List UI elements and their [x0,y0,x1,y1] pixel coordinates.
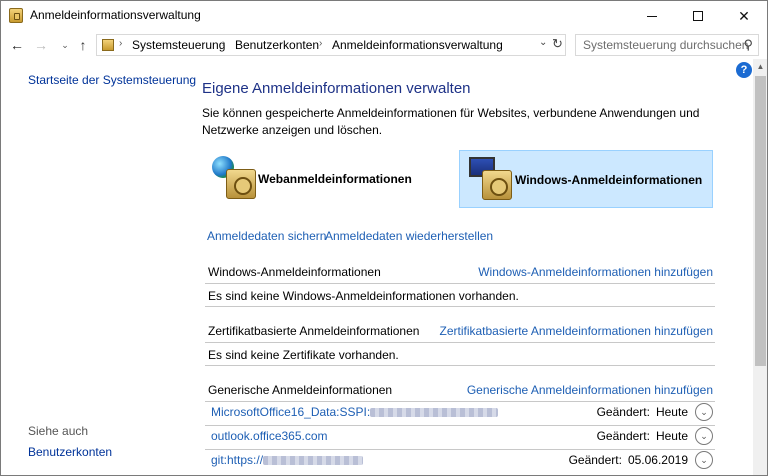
divider [205,365,715,366]
maximize-button[interactable] [675,1,721,31]
address-dropdown-icon[interactable]: ⌄ [539,37,547,48]
expand-chevron-icon[interactable]: ⌄ [695,451,713,469]
divider [205,283,715,284]
scroll-up-arrow-icon[interactable]: ▲ [753,59,767,74]
modified-label: Geändert: [596,429,650,443]
modified-label: Geändert: [596,405,650,419]
close-button[interactable]: ✕ [721,1,767,31]
divider [205,342,715,343]
windows-credentials-heading: Windows-Anmeldeinformationen [208,265,381,279]
credential-manager-window: Anmeldeinformationsverwaltung ✕ ← → ⌄ ↑ … [0,0,768,476]
divider [205,306,715,307]
credential-name[interactable]: outlook.office365.com [211,429,328,443]
windows-credentials-tile[interactable]: Windows-Anmeldeinformationen [459,150,713,208]
vault-icon [482,170,512,200]
breadcrumb-separator-icon[interactable]: › [319,38,322,49]
credential-modified: Geändert: 05.06.2019 [569,453,688,467]
redacted-text [370,408,499,418]
minimize-icon [647,15,657,17]
credential-name-text: git:https:// [211,453,264,467]
windows-credentials-empty: Es sind keine Windows-Anmeldeinformation… [208,289,519,303]
certificate-credentials-heading: Zertifikatbasierte Anmeldeinformationen [208,324,420,338]
expand-chevron-icon[interactable]: ⌄ [695,427,713,445]
search-placeholder: Systemsteuerung durchsuchen [583,38,749,52]
generic-credentials-heading: Generische Anmeldeinformationen [208,383,393,397]
search-icon[interactable]: ⚲ [743,37,753,53]
add-certificate-credential-link[interactable]: Zertifikatbasierte Anmeldeinformationen … [440,324,714,338]
modified-date: 05.06.2019 [627,453,688,467]
breadcrumb-systemsteuerung[interactable]: Systemsteuerung [132,38,225,52]
title-bar: Anmeldeinformationsverwaltung ✕ [1,1,767,31]
left-pane [1,59,191,475]
page-description: Sie können gespeicherte Anmeldeinformati… [202,106,700,137]
back-arrow-icon[interactable]: ← [7,34,27,56]
credential-name[interactable]: git:https:// [211,453,364,467]
expand-chevron-icon[interactable]: ⌄ [695,403,713,421]
credential-row[interactable]: git:https:// Geändert: 05.06.2019 ⌄ [205,450,715,472]
maximize-icon [693,11,703,21]
breadcrumb-separator-icon[interactable]: › [222,38,225,49]
up-arrow-icon[interactable]: ↑ [73,34,93,56]
breadcrumb-separator-icon[interactable]: › [119,38,122,49]
backup-credentials-link[interactable]: Anmeldedaten sichern [207,229,326,243]
credential-row[interactable]: outlook.office365.com Geändert: Heute ⌄ [205,426,715,448]
web-credentials-label: Webanmeldeinformationen [258,172,412,186]
refresh-icon[interactable]: ↻ [552,36,563,52]
add-windows-credential-link[interactable]: Windows-Anmeldeinformationen hinzufügen [478,265,713,279]
credential-row[interactable]: MicrosoftOffice16_Data:SSPI: Geändert: He… [205,402,715,424]
windows-credentials-label: Windows-Anmeldeinformationen [515,173,703,187]
add-generic-credential-link[interactable]: Generische Anmeldeinformationen hinzufüg… [467,383,713,397]
restore-credentials-link[interactable]: Anmeldedaten wiederherstellen [325,229,493,243]
address-bar[interactable]: › Systemsteuerung › Benutzerkonten › Anm… [96,34,566,56]
web-credentials-tile[interactable]: Webanmeldeinformationen [202,150,454,208]
forward-arrow-icon[interactable]: → [31,34,51,56]
credential-modified: Geändert: Heute [597,405,688,419]
redacted-text [263,456,364,466]
help-icon[interactable]: ? [736,62,752,78]
credential-name[interactable]: MicrosoftOffice16_Data:SSPI: [211,405,499,419]
navigation-bar: ← → ⌄ ↑ › Systemsteuerung › Benutzerkont… [1,31,767,59]
breadcrumb-benutzerkonten[interactable]: Benutzerkonten [235,38,319,52]
see-also-heading: Siehe auch [28,424,89,438]
breadcrumb-anmeldeinformationsverwaltung[interactable]: Anmeldeinformationsverwaltung [332,38,503,52]
control-panel-icon [102,39,114,51]
scroll-thumb[interactable] [755,76,766,366]
credential-modified: Geändert: Heute [597,429,688,443]
page-title: Eigene Anmeldeinformationen verwalten [202,80,471,97]
modified-label: Geändert: [568,453,622,467]
control-panel-home-link[interactable]: Startseite der Systemsteuerung [28,73,196,87]
minimize-button[interactable] [629,1,675,31]
modified-date: Heute [655,405,688,419]
vertical-scrollbar[interactable]: ▲ [753,59,767,475]
user-accounts-link[interactable]: Benutzerkonten [28,445,112,459]
credential-manager-icon [9,8,23,23]
search-input[interactable]: Systemsteuerung durchsuchen ⚲ [575,34,759,56]
credential-name-text: MicrosoftOffice16_Data:SSPI: [211,405,371,419]
window-title: Anmeldeinformationsverwaltung [30,8,201,22]
vault-icon [226,169,256,199]
modified-date: Heute [655,429,688,443]
certificate-credentials-empty: Es sind keine Zertifikate vorhanden. [208,348,399,362]
recent-locations-chevron-icon[interactable]: ⌄ [55,34,75,56]
